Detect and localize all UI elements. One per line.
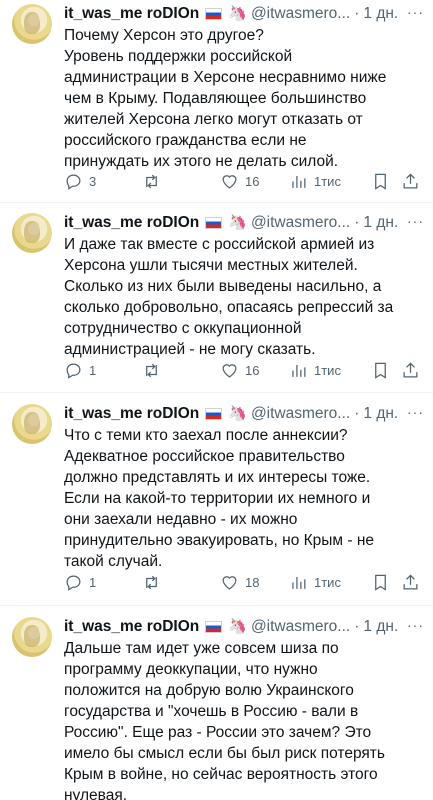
unicorn-icon: 🦄 (228, 5, 247, 22)
timestamp[interactable]: 1 дн. (363, 404, 398, 424)
bookmark-icon (375, 362, 386, 379)
views-count: 1тис (314, 574, 341, 590)
separator-dot: · (354, 618, 360, 635)
like-count: 16 (245, 173, 260, 189)
author-handle[interactable]: @itwasmero... (251, 617, 350, 637)
author-name[interactable]: it_was_me roDIOn (64, 213, 199, 233)
retweet-button[interactable] (142, 360, 161, 380)
reply-icon (66, 575, 81, 591)
retweet-icon (146, 174, 157, 188)
tweet-text: Что с теми кто заехал после аннексии? Ад… (64, 427, 375, 570)
tweet-actions: 1 18 1тис (64, 572, 426, 592)
views-button[interactable]: 1тис (289, 572, 341, 592)
tweet-header: it_was_me roDIOn 🦄 @itwasmero... · 1 дн. (64, 617, 426, 637)
like-button[interactable]: 18 (220, 572, 259, 592)
timestamp[interactable]: 1 дн. (363, 213, 398, 233)
separator-dot: · (354, 405, 360, 422)
tweet-text: И даже так вместе с российской армией из… (64, 236, 394, 358)
retweet-icon (146, 575, 157, 589)
like-count: 18 (245, 574, 260, 590)
views-button[interactable]: 1тис (289, 171, 341, 191)
ru-flag-icon (205, 621, 223, 633)
bookmark-button[interactable] (371, 360, 390, 380)
views-count: 1тис (314, 173, 341, 189)
retweet-button[interactable] (142, 572, 161, 592)
more-icon[interactable]: ··· (407, 617, 424, 633)
share-button[interactable] (401, 360, 420, 380)
divider (0, 392, 433, 393)
more-icon[interactable]: ··· (407, 404, 424, 420)
share-icon (403, 573, 418, 589)
ru-flag-icon (205, 408, 223, 420)
views-icon (292, 576, 306, 589)
tweet-text: Почему Херсон это другое? Уровень поддер… (64, 27, 387, 170)
bookmark-icon (375, 173, 386, 190)
heart-icon (222, 575, 237, 590)
like-button[interactable]: 16 (220, 360, 259, 380)
author-name[interactable]: it_was_me roDIOn (64, 617, 199, 637)
heart-icon (222, 363, 237, 378)
reply-count: 1 (89, 362, 97, 378)
more-icon[interactable]: ··· (407, 4, 424, 20)
divider (0, 202, 433, 203)
reply-button[interactable]: 1 (64, 360, 96, 380)
heart-icon (222, 174, 237, 189)
reply-count: 1 (89, 574, 97, 590)
ru-flag-icon (205, 217, 223, 229)
views-icon (292, 175, 306, 188)
divider (0, 605, 433, 606)
timestamp[interactable]: 1 дн. (363, 4, 398, 24)
like-count: 16 (245, 362, 260, 378)
share-button[interactable] (401, 572, 420, 592)
bookmark-icon (375, 574, 386, 591)
ru-flag-icon (205, 8, 223, 20)
bookmark-button[interactable] (371, 171, 390, 191)
avatar[interactable] (12, 404, 52, 444)
author-handle[interactable]: @itwasmero... (251, 4, 350, 24)
reply-button[interactable]: 3 (64, 171, 96, 191)
share-button[interactable] (401, 171, 420, 191)
unicorn-icon: 🦄 (228, 214, 247, 231)
retweet-button[interactable] (142, 171, 161, 191)
tweet-actions: 1 16 1тис (64, 360, 426, 380)
share-icon (403, 361, 418, 377)
separator-dot: · (354, 214, 360, 231)
reply-icon (66, 174, 81, 190)
retweet-icon (146, 363, 157, 377)
tweet-text: Дальше там идет уже совсем шиза по прогр… (64, 640, 385, 800)
tweet-header: it_was_me roDIOn 🦄 @itwasmero... · 1 дн. (64, 404, 426, 424)
separator-dot: · (354, 5, 360, 22)
tweet-actions: 3 16 1тис (64, 171, 426, 191)
share-icon (403, 172, 418, 188)
reply-icon (66, 363, 81, 379)
views-count: 1тис (314, 362, 341, 378)
avatar[interactable] (12, 4, 52, 44)
bookmark-button[interactable] (371, 572, 390, 592)
author-name[interactable]: it_was_me roDIOn (64, 404, 199, 424)
like-button[interactable]: 16 (220, 171, 259, 191)
tweet-header: it_was_me roDIOn 🦄 @itwasmero... · 1 дн. (64, 213, 426, 233)
views-icon (292, 364, 306, 377)
more-icon[interactable]: ··· (407, 213, 424, 229)
author-handle[interactable]: @itwasmero... (251, 213, 350, 233)
reply-count: 3 (89, 173, 97, 189)
author-name[interactable]: it_was_me roDIOn (64, 4, 199, 24)
avatar[interactable] (12, 617, 52, 657)
views-button[interactable]: 1тис (289, 360, 341, 380)
author-handle[interactable]: @itwasmero... (251, 404, 350, 424)
unicorn-icon: 🦄 (228, 405, 247, 422)
timestamp[interactable]: 1 дн. (363, 617, 398, 637)
avatar[interactable] (12, 213, 52, 253)
reply-button[interactable]: 1 (64, 572, 96, 592)
unicorn-icon: 🦄 (228, 618, 247, 635)
tweet-header: it_was_me roDIOn 🦄 @itwasmero... · 1 дн. (64, 4, 426, 24)
